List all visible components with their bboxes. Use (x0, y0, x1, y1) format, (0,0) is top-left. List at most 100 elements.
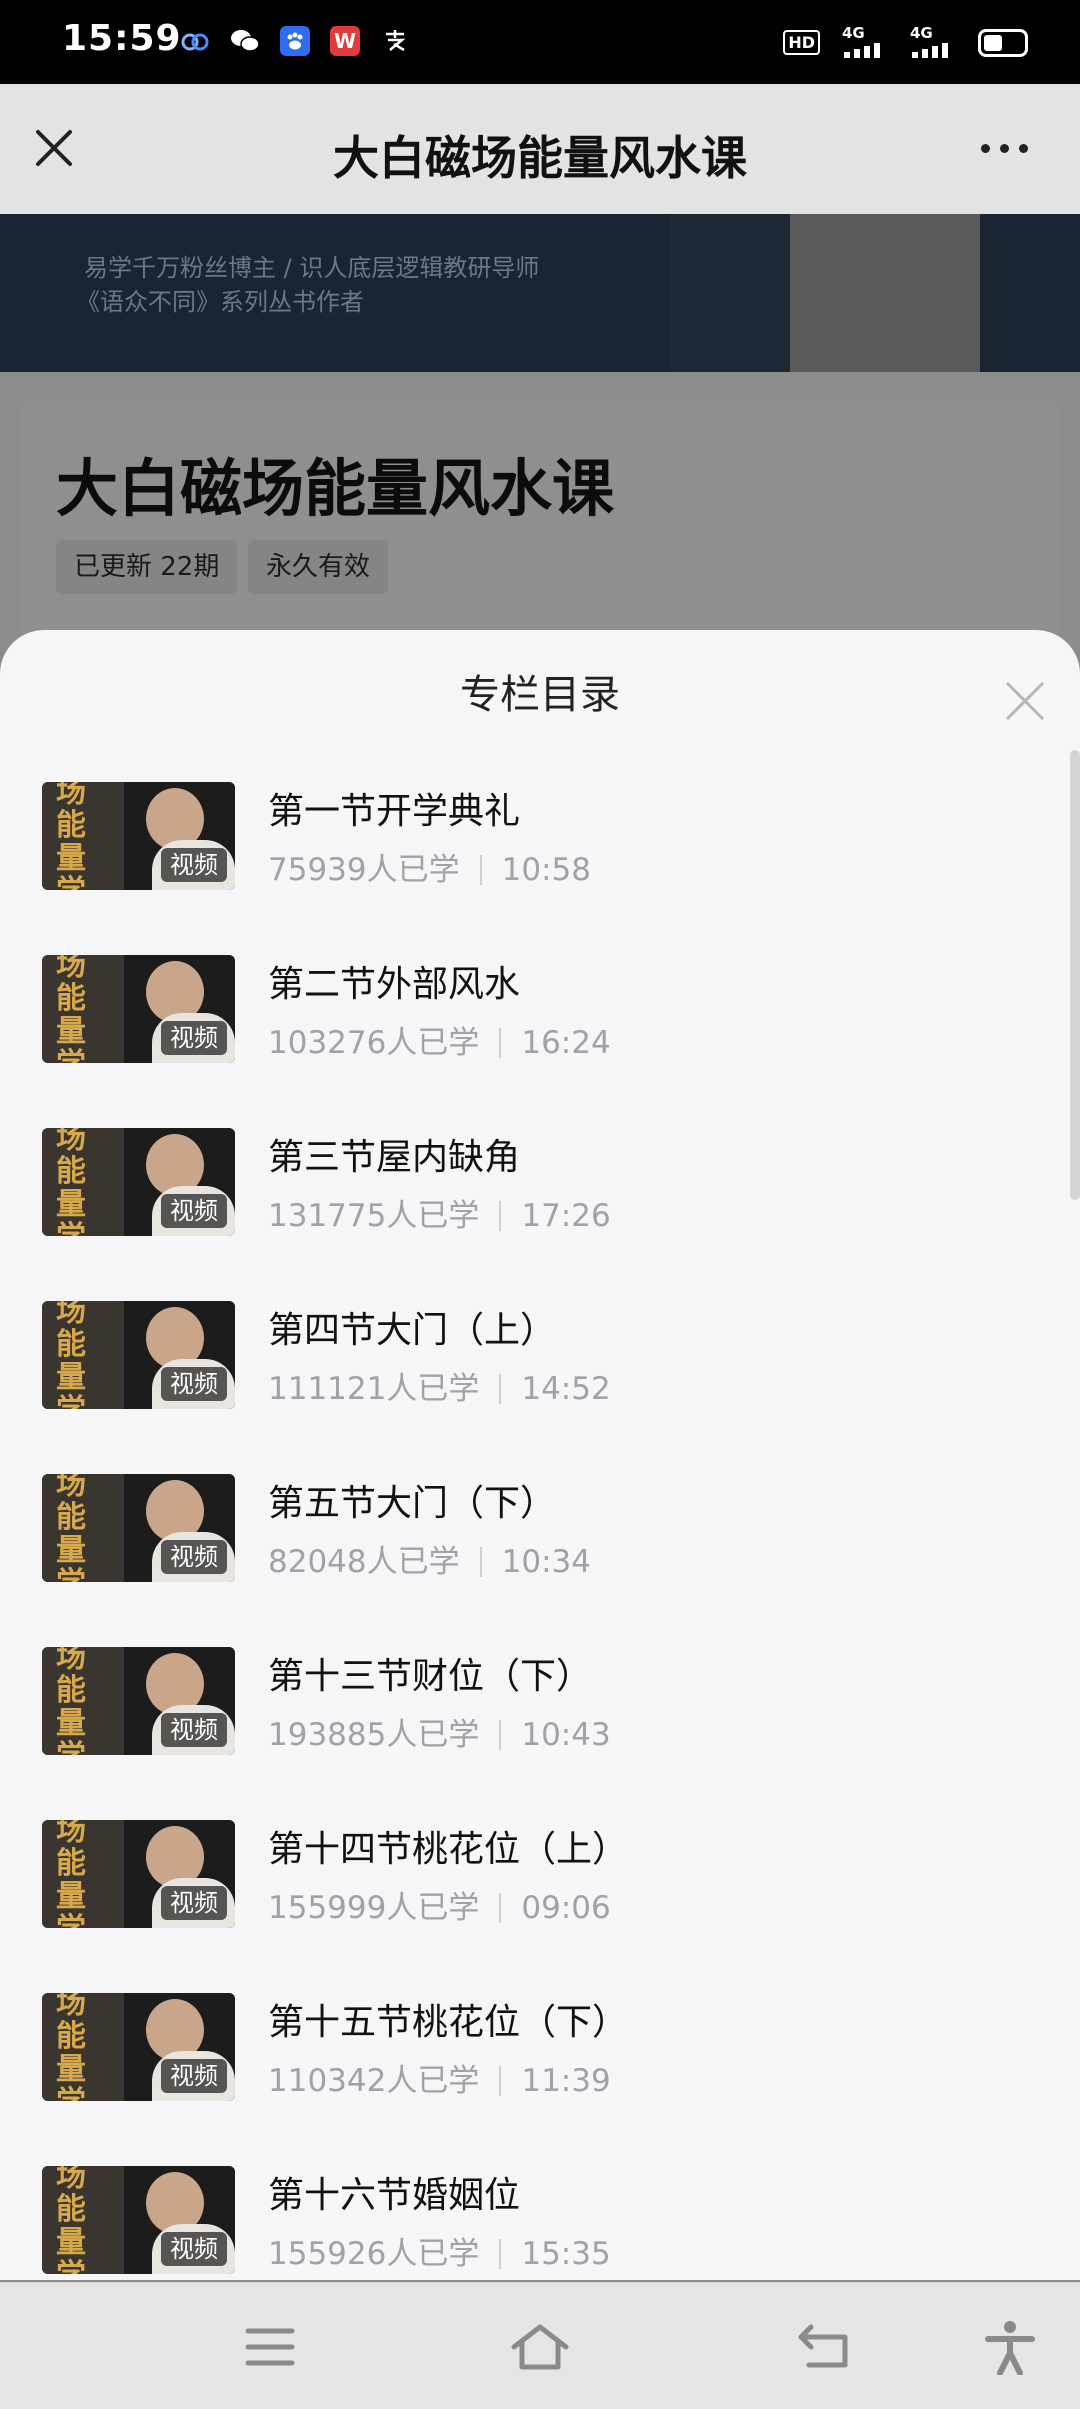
item-title: 第一节开学典礼 (268, 791, 521, 832)
status-app-icons: W (180, 26, 410, 56)
catalog-sheet: 专栏目录 场能量学 视频 第一节开学典礼 75939人已学 10:58 场能量学 … (0, 630, 1080, 2280)
video-thumbnail: 场能量学 视频 (42, 1820, 235, 1928)
thumbnail-text: 场能量学 (56, 1474, 86, 1582)
catalog-item-2[interactable]: 场能量学 视频 第二节外部风水 103276人已学 16:24 (42, 955, 1022, 1063)
status-right-indicators: HD 4G 4G (783, 24, 1028, 62)
wechat-icon (230, 26, 260, 56)
video-badge: 视频 (161, 1021, 227, 1055)
learner-count: 110342人已学 (268, 2063, 480, 2099)
video-thumbnail: 场能量学 视频 (42, 955, 235, 1063)
learner-count: 82048人已学 (268, 1544, 460, 1580)
item-title: 第十六节婚姻位 (268, 2175, 521, 2216)
cellular-signal-2-icon: 4G (910, 24, 956, 62)
battery-icon (978, 29, 1028, 57)
catalog-item-7[interactable]: 场能量学 视频 第十四节桃花位（上） 155999人已学 09:06 (42, 1820, 1022, 1928)
baidu-netdisk-icon (180, 26, 210, 56)
update-count-tag: 已更新 22期 (56, 540, 238, 594)
status-bar: 15:59 W HD 4G 4G (0, 0, 1080, 84)
video-thumbnail: 场能量学 视频 (42, 1647, 235, 1755)
thumbnail-text: 场能量学 (56, 2166, 86, 2274)
navigation-bar (0, 2282, 1080, 2409)
item-meta: 155999人已学 09:06 (268, 1882, 611, 1927)
home-icon[interactable] (510, 2319, 570, 2375)
page-title: 大白磁场能量风水课 (333, 131, 747, 185)
validity-tag: 永久有效 (248, 540, 389, 594)
duration: 10:58 (501, 852, 591, 888)
learner-count: 103276人已学 (268, 1025, 480, 1061)
video-thumbnail: 场能量学 视频 (42, 782, 235, 890)
video-thumbnail: 场能量学 视频 (42, 2166, 235, 2274)
duration: 10:43 (521, 1717, 611, 1753)
video-badge: 视频 (161, 1713, 227, 1747)
video-thumbnail: 场能量学 视频 (42, 1301, 235, 1409)
thumbnail-text: 场能量学 (56, 955, 86, 1063)
catalog-item-1[interactable]: 场能量学 视频 第一节开学典礼 75939人已学 10:58 (42, 782, 1022, 890)
course-title: 大白磁场能量风水课 (56, 452, 615, 525)
catalog-item-5[interactable]: 场能量学 视频 第五节大门（下） 82048人已学 10:34 (42, 1474, 1022, 1582)
video-badge: 视频 (161, 1540, 227, 1574)
duration: 15:35 (521, 2236, 611, 2272)
duration: 10:34 (501, 1544, 591, 1580)
banner-subtitle-line2: 《语众不同》系列丛书作者 (76, 288, 364, 316)
item-title: 第三节屋内缺角 (268, 1137, 521, 1178)
alipay-icon (380, 26, 410, 56)
learner-count: 155999人已学 (268, 1890, 480, 1926)
duration: 17:26 (521, 1198, 611, 1234)
video-thumbnail: 场能量学 视频 (42, 1993, 235, 2101)
item-meta: 193885人已学 10:43 (268, 1709, 611, 1754)
item-meta: 103276人已学 16:24 (268, 1017, 611, 1062)
cellular-signal-1-icon: 4G (842, 24, 888, 62)
catalog-item-9[interactable]: 场能量学 视频 第十六节婚姻位 155926人已学 15:35 (42, 2166, 1022, 2274)
wps-icon: W (330, 26, 360, 56)
item-title: 第十四节桃花位（上） (268, 1829, 629, 1870)
duration: 11:39 (521, 2063, 611, 2099)
thumbnail-text: 场能量学 (56, 1993, 86, 2101)
duration: 16:24 (521, 1025, 611, 1061)
learner-count: 131775人已学 (268, 1198, 480, 1234)
item-title: 第二节外部风水 (268, 964, 521, 1005)
learner-count: 75939人已学 (268, 852, 460, 888)
status-time: 15:59 (62, 18, 182, 59)
catalog-item-6[interactable]: 场能量学 视频 第十三节财位（下） 193885人已学 10:43 (42, 1647, 1022, 1755)
video-thumbnail: 场能量学 视频 (42, 1474, 235, 1582)
item-meta: 131775人已学 17:26 (268, 1190, 611, 1235)
item-title: 第四节大门（上） (268, 1310, 557, 1351)
learner-count: 193885人已学 (268, 1717, 480, 1753)
video-badge: 视频 (161, 2232, 227, 2266)
item-meta: 111121人已学 14:52 (268, 1363, 611, 1408)
video-thumbnail: 场能量学 视频 (42, 1128, 235, 1236)
baidu-icon (280, 26, 310, 56)
duration: 09:06 (521, 1890, 611, 1926)
thumbnail-text: 场能量学 (56, 1301, 86, 1409)
item-meta: 75939人已学 10:58 (268, 844, 591, 889)
title-bar: 大白磁场能量风水课 (0, 84, 1080, 214)
item-meta: 155926人已学 15:35 (268, 2228, 611, 2273)
menu-icon[interactable] (240, 2319, 300, 2375)
banner-subtitle-line1: 易学千万粉丝博主 / 识人底层逻辑教研导师 (84, 254, 540, 282)
video-badge: 视频 (161, 848, 227, 882)
item-meta: 110342人已学 11:39 (268, 2055, 611, 2100)
video-badge: 视频 (161, 1194, 227, 1228)
item-title: 第十五节桃花位（下） (268, 2002, 629, 2043)
close-icon[interactable] (1004, 680, 1046, 722)
accessibility-icon[interactable] (980, 2319, 1040, 2375)
video-badge: 视频 (161, 2059, 227, 2093)
item-meta: 82048人已学 10:34 (268, 1536, 591, 1581)
catalog-item-3[interactable]: 场能量学 视频 第三节屋内缺角 131775人已学 17:26 (42, 1128, 1022, 1236)
item-title: 第十三节财位（下） (268, 1656, 593, 1697)
learner-count: 111121人已学 (268, 1371, 480, 1407)
item-title: 第五节大门（下） (268, 1483, 557, 1524)
learner-count: 155926人已学 (268, 2236, 480, 2272)
duration: 14:52 (521, 1371, 611, 1407)
video-badge: 视频 (161, 1367, 227, 1401)
thumbnail-text: 场能量学 (56, 1647, 86, 1755)
catalog-title: 专栏目录 (460, 672, 620, 718)
catalog-item-8[interactable]: 场能量学 视频 第十五节桃花位（下） 110342人已学 11:39 (42, 1993, 1022, 2101)
back-icon[interactable] (795, 2319, 855, 2375)
catalog-item-4[interactable]: 场能量学 视频 第四节大门（上） 111121人已学 14:52 (42, 1301, 1022, 1409)
video-badge: 视频 (161, 1886, 227, 1920)
catalog-scrollbar[interactable] (1070, 750, 1080, 1200)
more-options-icon[interactable] (981, 144, 1028, 153)
thumbnail-text: 场能量学 (56, 1128, 86, 1236)
thumbnail-text: 场能量学 (56, 1820, 86, 1928)
